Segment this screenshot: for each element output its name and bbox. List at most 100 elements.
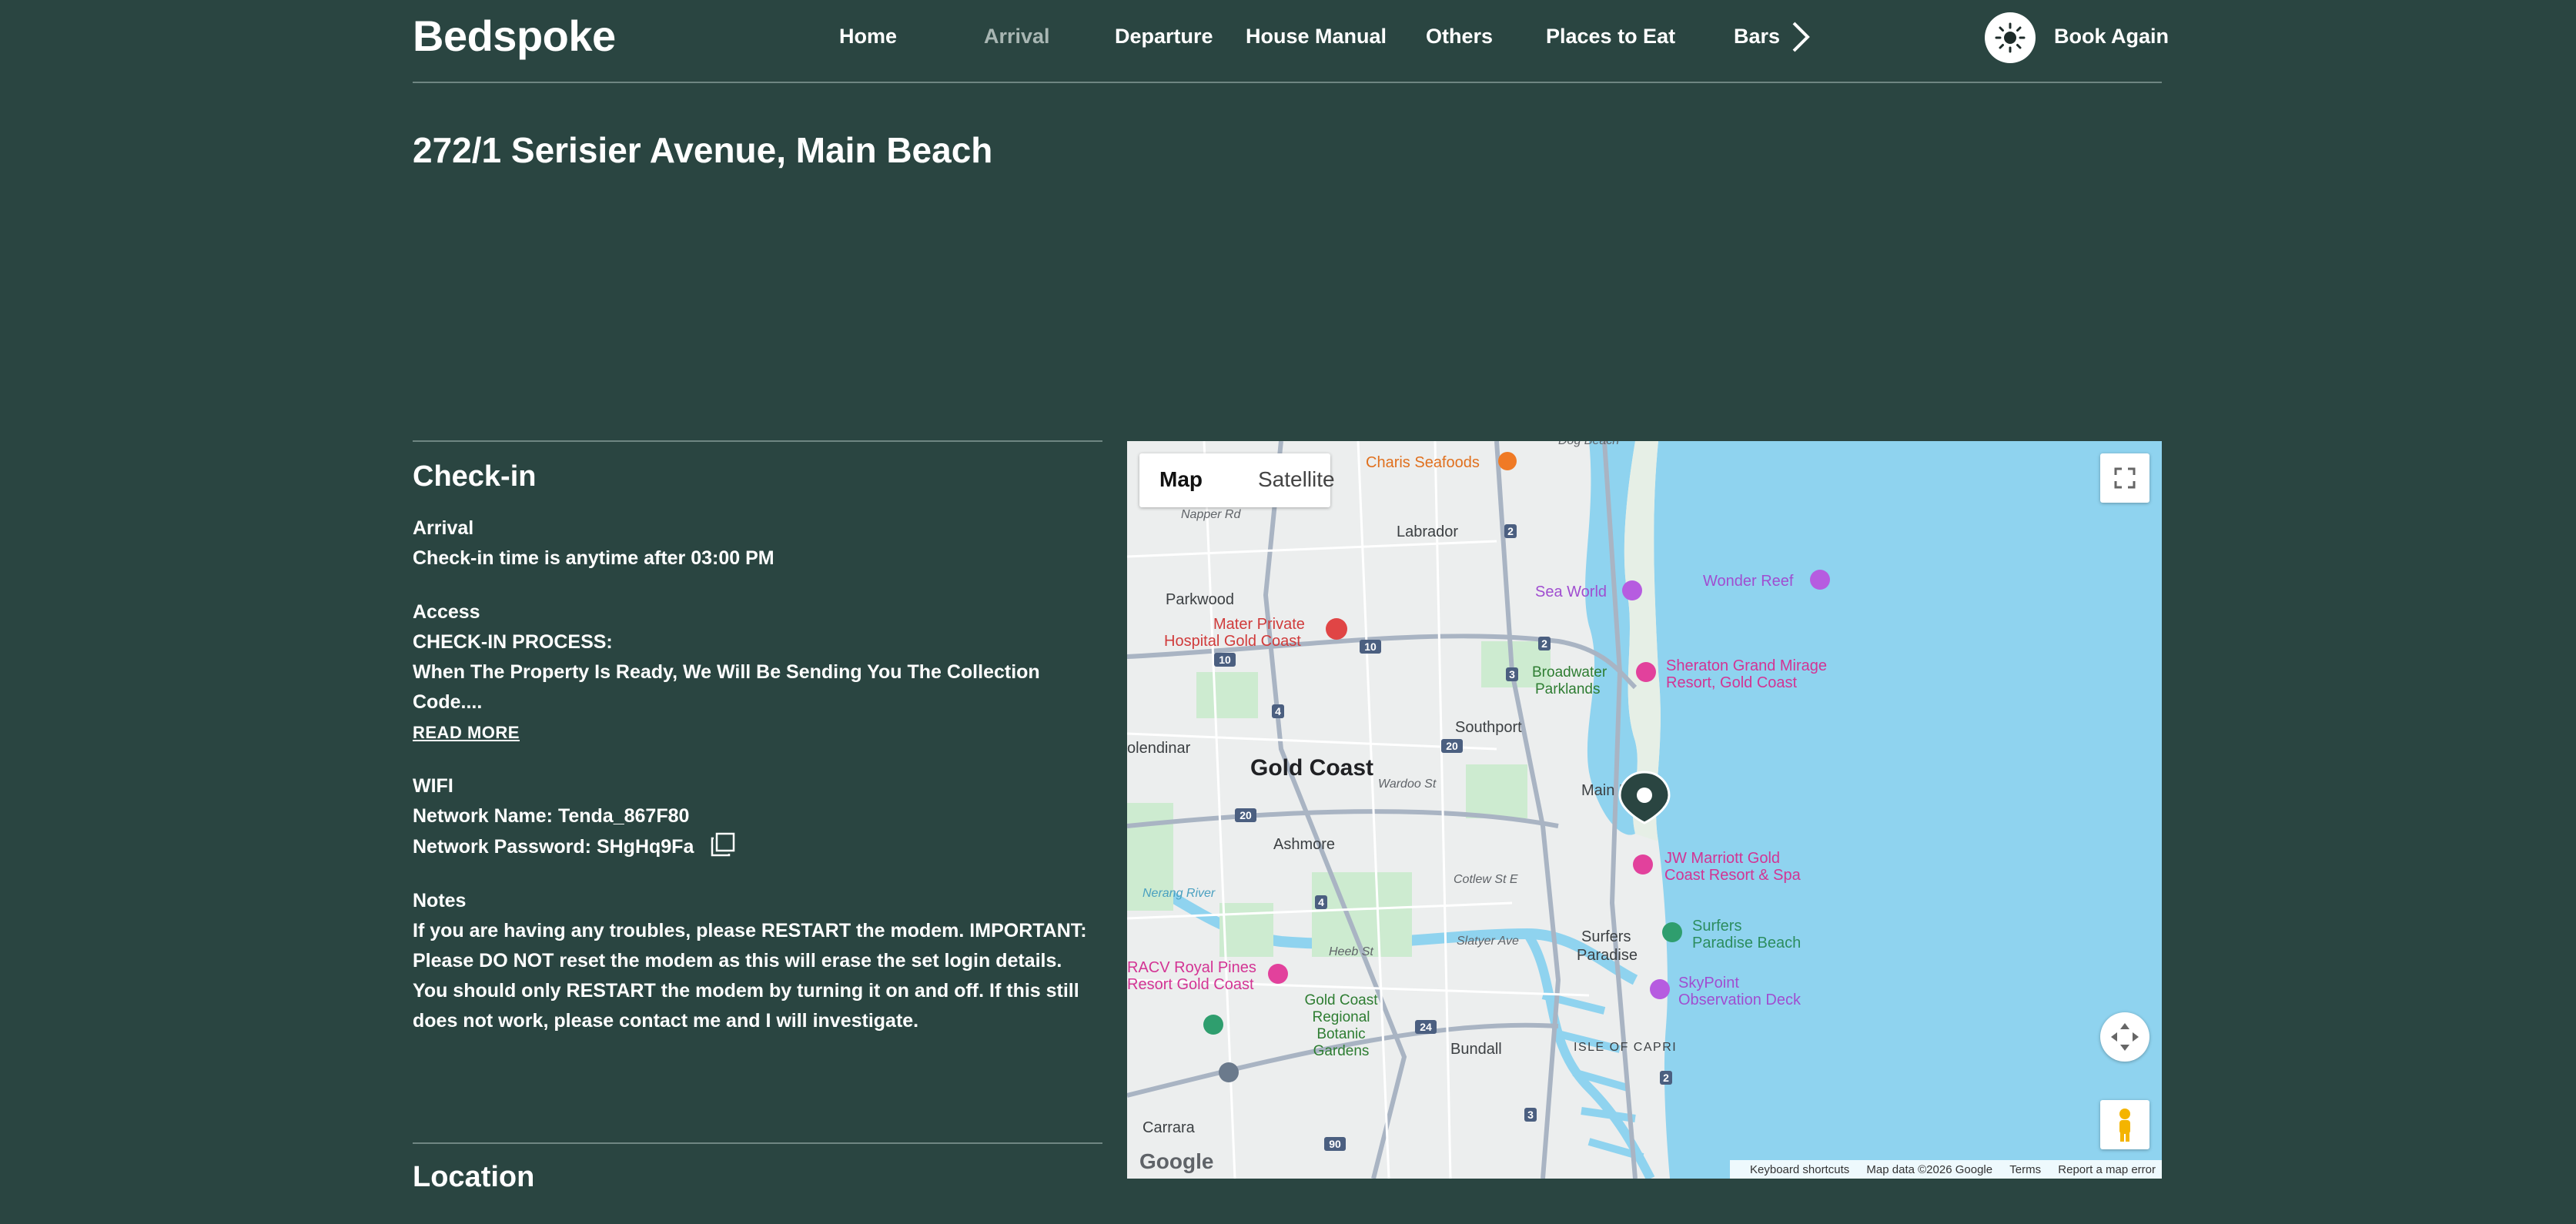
poi-label: Wonder Reef [1703, 573, 1794, 590]
map-street-label: Dog Beach [1558, 441, 1619, 447]
move-arrows-icon [2111, 1023, 2139, 1051]
access-text-line-2: Code.... [413, 691, 483, 713]
google-map[interactable]: 2 10 10 4 3 2 20 20 4 24 3 2 90 Labrador… [1127, 441, 2162, 1179]
notes-line: does not work, please contact me and I w… [413, 1010, 919, 1032]
keyboard-shortcuts-link[interactable]: Keyboard shortcuts [1750, 1163, 1849, 1176]
route-shield: 4 [1318, 896, 1324, 908]
nav-arrival[interactable]: Arrival [984, 25, 1050, 48]
map-type-map[interactable]: Map [1159, 467, 1203, 492]
fullscreen-icon [2114, 467, 2136, 489]
map-label: Southport [1455, 719, 1522, 736]
poi-label: Mater Private [1213, 616, 1305, 633]
map-label: Paradise [1577, 947, 1638, 964]
theme-toggle-button[interactable] [1985, 12, 2036, 63]
map-label: Surfers [1581, 928, 1631, 945]
camera-control-button[interactable] [2100, 1012, 2149, 1062]
route-shield: 10 [1364, 640, 1377, 653]
nav-places-to-eat[interactable]: Places to Eat [1546, 25, 1675, 48]
notes-label: Notes [413, 890, 467, 911]
route-shield: 2 [1541, 637, 1547, 650]
wifi-network-password: Network Password: SHgHq9Fa [413, 836, 694, 858]
map-label: Labrador [1397, 523, 1458, 540]
poi-label: Surfers [1692, 918, 1741, 935]
pegman-icon [2119, 1109, 2130, 1142]
poi-label: Observation Deck [1678, 992, 1802, 1008]
map-canvas[interactable]: 2 10 10 4 3 2 20 20 4 24 3 2 90 Labrador… [1127, 441, 2162, 1179]
access-heading: CHECK-IN PROCESS: [413, 631, 613, 653]
chevron-right-icon[interactable] [1789, 20, 1812, 54]
map-label-city: Gold Coast [1250, 755, 1373, 781]
poi-label: Sheraton Grand Mirage [1666, 657, 1827, 674]
poi-label: Resort Gold Coast [1127, 976, 1254, 993]
poi-label: Botanic [1316, 1026, 1365, 1042]
arrival-label: Arrival [413, 517, 474, 539]
notes-line: You should only RESTART the modem by tur… [413, 980, 1079, 1002]
poi-label: Hospital Gold Coast [1164, 633, 1301, 650]
route-shield: 4 [1275, 705, 1281, 717]
report-error-link[interactable]: Report a map error [2058, 1163, 2156, 1176]
route-shield: 20 [1239, 809, 1252, 821]
arrival-text: Check-in time is anytime after 03:00 PM [413, 547, 774, 569]
route-shield: 24 [1420, 1021, 1432, 1033]
section-divider [413, 440, 1102, 442]
poi-label: SkyPoint [1678, 975, 1739, 992]
poi-label: Regional [1313, 1009, 1370, 1025]
location-title: Location [413, 1161, 535, 1193]
wifi-label: WIFI [413, 775, 453, 797]
notes-line: If you are having any troubles, please R… [413, 920, 1087, 941]
poi-label: Gardens [1313, 1043, 1370, 1059]
section-divider [413, 1142, 1102, 1144]
map-attribution: Keyboard shortcuts Map data ©2026 Google… [1730, 1160, 2162, 1179]
google-logo: Google [1139, 1149, 1214, 1173]
poi-label: Resort, Gold Coast [1666, 674, 1798, 691]
map-type-toggle: Map Satellite [1139, 453, 1335, 507]
route-shield: 90 [1329, 1138, 1341, 1150]
site-logo[interactable]: Bedspoke [413, 11, 616, 61]
map-street-label: Napper Rd [1181, 508, 1241, 521]
nav-home[interactable]: Home [839, 25, 897, 48]
street-view-button[interactable] [2100, 1100, 2149, 1149]
poi-label: RACV Royal Pines [1127, 959, 1256, 976]
map-label: olendinar [1127, 740, 1191, 757]
map-street-label: Slatyer Ave [1457, 935, 1519, 948]
route-shield: 2 [1663, 1072, 1669, 1084]
poi-label: Coast Resort & Spa [1664, 867, 1802, 884]
map-label: Bundall [1450, 1041, 1502, 1058]
poi-label: Sea World [1535, 584, 1607, 600]
map-label: Carrara [1142, 1119, 1196, 1136]
notes-line: Please DO NOT reset the modem as this wi… [413, 950, 1062, 972]
access-label: Access [413, 601, 480, 623]
wifi-network-name: Network Name: Tenda_867F80 [413, 805, 690, 827]
terms-link[interactable]: Terms [2009, 1163, 2041, 1176]
poi-label: Gold Coast [1304, 992, 1378, 1008]
book-again-link[interactable]: Book Again [2054, 25, 2169, 48]
route-shield: 2 [1507, 525, 1514, 537]
access-text-line-1: When The Property Is Ready, We Will Be S… [413, 661, 1040, 683]
map-data-text: Map data ©2026 Google [1866, 1163, 1993, 1176]
checkin-title: Check-in [413, 460, 537, 493]
map-label: Ashmore [1273, 836, 1335, 853]
fullscreen-button[interactable] [2100, 453, 2149, 503]
map-label: ISLE OF CAPRI [1574, 1041, 1677, 1054]
map-label: Parkwood [1166, 591, 1234, 608]
poi-label: Paradise Beach [1692, 935, 1801, 951]
route-shield: 20 [1446, 740, 1458, 752]
read-more-link[interactable]: READ MORE [413, 717, 1102, 747]
poi-label: Broadwater [1532, 664, 1607, 681]
map-type-satellite[interactable]: Satellite [1258, 467, 1335, 492]
map-street-label: Wardoo St [1378, 778, 1437, 791]
nav-bars[interactable]: Bars [1734, 25, 1780, 48]
nav-departure[interactable]: Departure [1115, 25, 1213, 48]
route-shield: 10 [1219, 654, 1231, 666]
nav-others[interactable]: Others [1426, 25, 1493, 48]
route-shield: 3 [1527, 1109, 1534, 1121]
poi-label: JW Marriott Gold [1664, 850, 1780, 867]
map-street-label: Heeb St [1329, 945, 1373, 958]
sun-icon [1995, 22, 2026, 53]
map-street-label: Cotlew St E [1454, 873, 1518, 886]
poi-label: Parklands [1535, 681, 1601, 697]
location-section: Location [413, 1142, 1102, 1194]
copy-icon[interactable] [710, 831, 736, 858]
checkin-section: Check-in Arrival Check-in time is anytim… [413, 440, 1102, 1036]
nav-house-manual[interactable]: House Manual [1246, 25, 1387, 48]
